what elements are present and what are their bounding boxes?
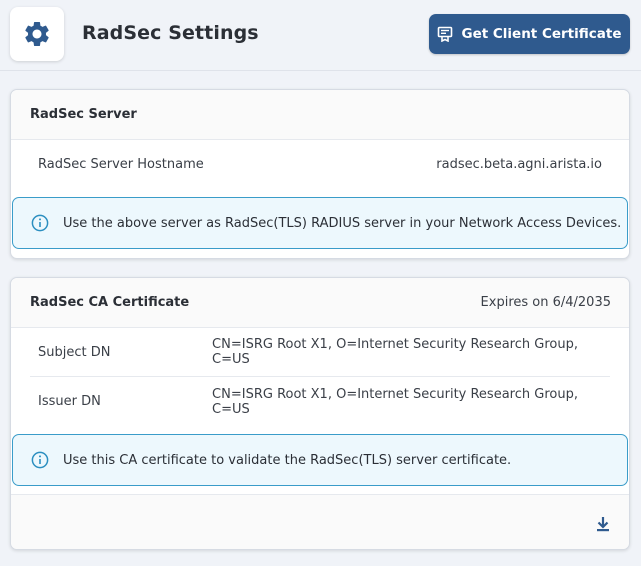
info-icon	[31, 214, 49, 232]
hostname-row: RadSec Server Hostname radsec.beta.agni.…	[30, 140, 610, 189]
get-client-certificate-label: Get Client Certificate	[461, 26, 622, 42]
subject-dn-value: CN=ISRG Root X1, O=Internet Security Res…	[212, 337, 578, 367]
page-header: RadSec Settings Get Client Certificate	[0, 0, 641, 71]
radsec-ca-certificate-card: RadSec CA Certificate Expires on 6/4/203…	[10, 277, 630, 550]
ca-card-footer	[11, 494, 629, 549]
download-ca-certificate-button[interactable]	[594, 515, 612, 533]
radsec-server-card-header: RadSec Server	[11, 90, 629, 140]
page-title: RadSec Settings	[82, 22, 259, 44]
info-icon	[31, 451, 49, 469]
get-client-certificate-button[interactable]: Get Client Certificate	[429, 14, 630, 54]
ca-info-text: Use this CA certificate to validate the …	[63, 452, 512, 468]
server-info-message: Use the above server as RadSec(TLS) RADI…	[12, 197, 628, 249]
ca-info-message: Use this CA certificate to validate the …	[12, 434, 628, 486]
issuer-dn-row: Issuer DN CN=ISRG Root X1, O=Internet Se…	[30, 377, 610, 426]
hostname-label: RadSec Server Hostname	[38, 157, 204, 172]
download-icon	[597, 517, 609, 532]
settings-icon-tile	[10, 7, 64, 61]
server-info-text: Use the above server as RadSec(TLS) RADI…	[63, 215, 622, 231]
ca-expiry-text: Expires on 6/4/2035	[480, 295, 611, 310]
hostname-value: radsec.beta.agni.arista.io	[436, 157, 602, 172]
radsec-server-card: RadSec Server RadSec Server Hostname rad…	[10, 89, 630, 259]
subject-dn-label: Subject DN	[38, 344, 111, 360]
issuer-dn-label: Issuer DN	[38, 394, 101, 409]
ca-card-title: RadSec CA Certificate	[30, 295, 190, 310]
ca-card-header: RadSec CA Certificate Expires on 6/4/203…	[11, 278, 629, 328]
certificate-icon	[438, 26, 453, 42]
issuer-dn-value: CN=ISRG Root X1, O=Internet Security Res…	[212, 386, 578, 417]
radsec-server-card-title: RadSec Server	[30, 107, 137, 122]
gear-icon	[25, 22, 49, 46]
subject-dn-row: Subject DN CN=ISRG Root X1, O=Internet S…	[30, 328, 610, 377]
